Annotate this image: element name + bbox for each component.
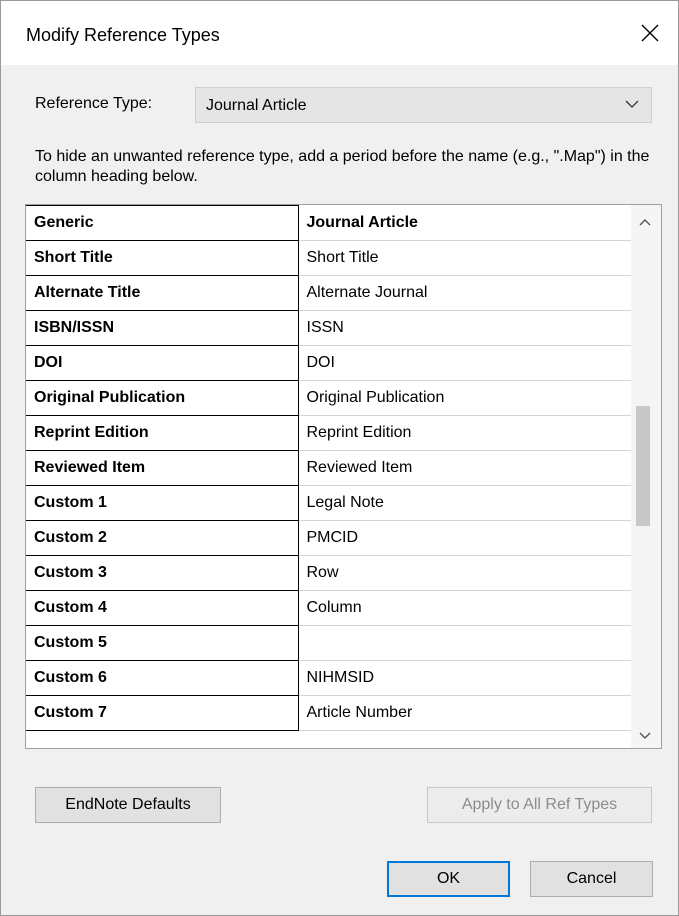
close-button[interactable] [630,13,670,53]
field-name-cell: Custom 3 [26,555,299,591]
ok-button[interactable]: OK [387,861,510,897]
cancel-button[interactable]: Cancel [530,861,653,897]
field-table: Generic Journal Article Short Title Short… [26,205,633,731]
field-label-cell[interactable]: Alternate Journal [298,275,633,311]
grid-row: Reprint Edition Reprint Edition [26,415,633,451]
field-name-cell: Custom 1 [26,485,299,521]
grid-row: Custom 3 Row [26,555,633,591]
vertical-scrollbar[interactable] [631,205,661,748]
endnote-defaults-button[interactable]: EndNote Defaults [35,787,221,823]
field-label-cell[interactable]: ISSN [298,310,633,346]
field-label-cell[interactable]: Reviewed Item [298,450,633,486]
field-name-cell: Reviewed Item [26,450,299,486]
grid-row: Custom 7 Article Number [26,695,633,731]
modify-reference-types-dialog: Modify Reference Types Reference Type: J… [0,0,679,916]
grid-row: Reviewed Item Reviewed Item [26,450,633,486]
grid-row: ISBN/ISSN ISSN [26,310,633,346]
help-text: To hide an unwanted reference type, add … [35,148,650,185]
chevron-down-icon[interactable] [638,731,652,741]
reference-type-label: Reference Type: [35,95,153,112]
field-name-cell: Custom 5 [26,625,299,661]
grid-row: Custom 4 Column [26,590,633,626]
header-field-cell: Generic [26,205,299,241]
grid-row: DOI DOI [26,345,633,381]
chevron-up-icon[interactable] [638,217,652,227]
field-grid: Generic Journal Article Short Title Short… [25,204,662,749]
grid-row: Alternate Title Alternate Journal [26,275,633,311]
field-name-cell: Custom 4 [26,590,299,626]
field-name-cell: ISBN/ISSN [26,310,299,346]
scroll-thumb[interactable] [636,406,650,526]
field-label-cell[interactable]: NIHMSID [298,660,633,696]
field-name-cell: Custom 2 [26,520,299,556]
field-name-cell: Alternate Title [26,275,299,311]
dialog-title: Modify Reference Types [26,25,220,45]
grid-row: Custom 2 PMCID [26,520,633,556]
field-name-cell: Custom 6 [26,660,299,696]
field-label-cell[interactable]: Reprint Edition [298,415,633,451]
field-label-cell[interactable]: Column [298,590,633,626]
field-name-cell: Original Publication [26,380,299,416]
field-name-cell: Custom 7 [26,695,299,731]
field-label-cell[interactable]: Original Publication [298,380,633,416]
field-name-cell: Short Title [26,240,299,276]
grid-row: Custom 5 [26,625,633,661]
field-label-cell[interactable]: Article Number [298,695,633,731]
field-name-cell: Reprint Edition [26,415,299,451]
grid-row: Custom 1 Legal Note [26,485,633,521]
reference-type-select[interactable]: Journal Article [195,87,652,123]
chevron-down-icon [625,100,639,108]
grid-row: Custom 6 NIHMSID [26,660,633,696]
header-reference-type-cell[interactable]: Journal Article [298,205,633,241]
grid-row: Original Publication Original Publication [26,380,633,416]
grid-row: Short Title Short Title [26,240,633,276]
field-name-cell: DOI [26,345,299,381]
field-label-cell[interactable]: Legal Note [298,485,633,521]
reference-type-value: Journal Article [206,97,307,114]
close-icon [641,24,659,42]
apply-to-all-button[interactable]: Apply to All Ref Types [427,787,652,823]
field-label-cell[interactable]: DOI [298,345,633,381]
field-label-cell[interactable]: Row [298,555,633,591]
field-label-cell[interactable]: PMCID [298,520,633,556]
field-label-cell[interactable]: Short Title [298,240,633,276]
title-bar: Modify Reference Types [1,1,678,65]
field-label-cell[interactable] [298,625,633,661]
grid-header-row: Generic Journal Article [26,205,633,241]
